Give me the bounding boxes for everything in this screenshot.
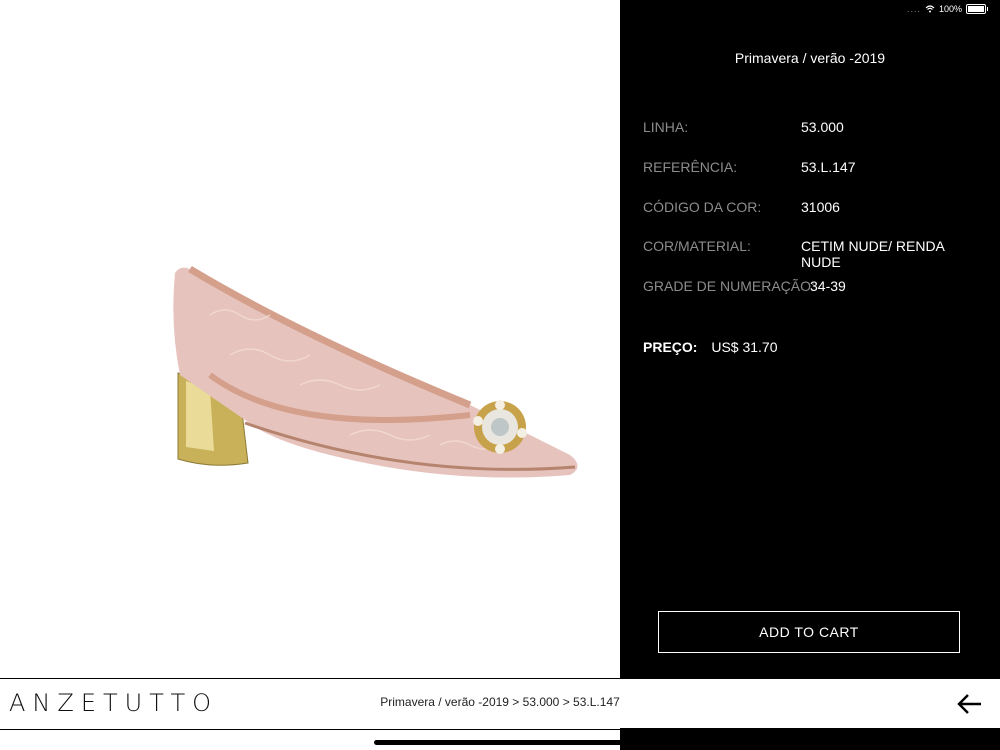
home-indicator[interactable] bbox=[374, 740, 626, 745]
battery-icon bbox=[966, 4, 986, 14]
spec-label: COR/MATERIAL: bbox=[643, 238, 751, 254]
price-row: PREÇO: US$ 31.70 bbox=[643, 339, 778, 355]
spec-value: 53.L.147 bbox=[801, 159, 856, 175]
spec-value: 31006 bbox=[801, 199, 840, 215]
product-image-shoe[interactable] bbox=[150, 255, 600, 505]
bottom-navigation-bar: ANZETUTTO Primavera / verão -2019 > 53.0… bbox=[0, 678, 1000, 730]
price-value: US$ 31.70 bbox=[711, 339, 778, 355]
spec-value: CETIM NUDE/ RENDA NUDE bbox=[801, 238, 945, 270]
spec-label: CÓDIGO DA COR: bbox=[643, 199, 762, 215]
battery-percent: 100% bbox=[938, 4, 962, 14]
add-to-cart-button[interactable]: ADD TO CART bbox=[658, 611, 960, 653]
home-strip bbox=[0, 728, 1000, 750]
spec-value: 34-39 bbox=[810, 278, 846, 294]
signal-icon: .... bbox=[906, 4, 921, 14]
status-bar: .... 100% bbox=[907, 4, 988, 14]
spec-label: REFERÊNCIA: bbox=[643, 159, 738, 175]
spec-label: LINHA: bbox=[643, 119, 689, 135]
product-info-panel: .... 100% Primavera / verão -2019 LINHA:… bbox=[620, 0, 1000, 678]
breadcrumb: Primavera / verão -2019 > 53.000 > 53.L.… bbox=[380, 695, 620, 709]
spec-value: 53.000 bbox=[801, 119, 844, 135]
collection-title: Primavera / verão -2019 bbox=[734, 50, 886, 66]
price-label: PREÇO: bbox=[643, 339, 698, 355]
spec-label: GRADE DE NUMERAÇÃO: bbox=[643, 278, 815, 294]
wifi-icon bbox=[925, 5, 935, 13]
product-image-pane bbox=[0, 0, 620, 678]
arrow-left-icon[interactable] bbox=[954, 689, 984, 719]
